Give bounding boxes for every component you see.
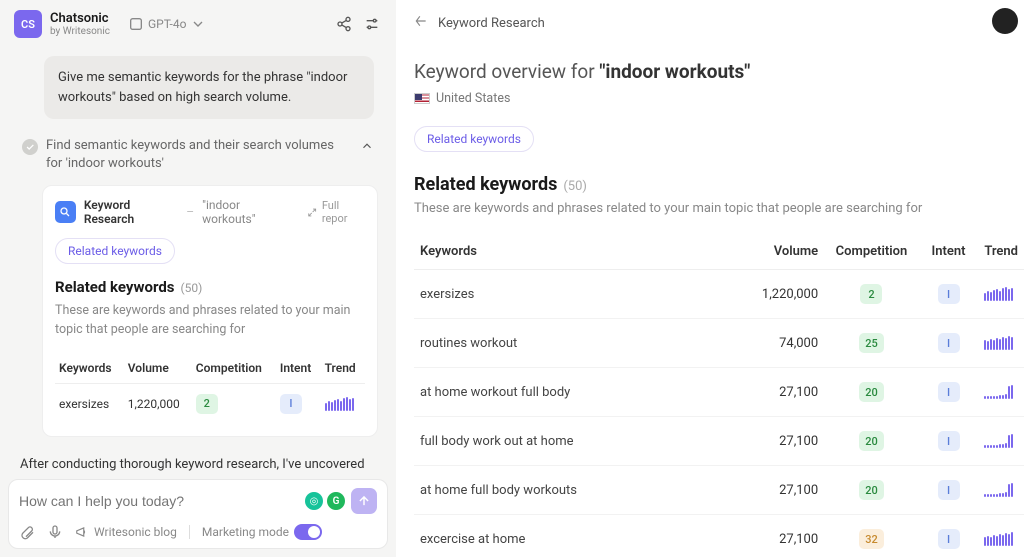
- addon-icon-1[interactable]: ◎: [305, 492, 323, 510]
- col-competition[interactable]: Competition: [824, 234, 919, 270]
- arrow-back-icon: [414, 14, 428, 28]
- app-name: Chatsonic: [50, 11, 110, 26]
- app-logo: CS: [14, 10, 42, 38]
- col-keywords[interactable]: Keywords: [414, 234, 735, 270]
- related-keywords-desc: These are keywords and phrases related t…: [55, 302, 365, 338]
- user-message: Give me semantic keywords for the phrase…: [44, 56, 374, 119]
- table-row[interactable]: exersizes1,220,0002I: [414, 270, 1024, 319]
- col-trend[interactable]: Trend: [978, 234, 1024, 270]
- arrow-up-icon: [357, 494, 371, 508]
- sliders-icon: [364, 16, 380, 32]
- col-trend: Trend: [321, 353, 365, 384]
- competition-badge: 20: [859, 480, 884, 500]
- trend-sparkline: [984, 434, 1018, 448]
- competition-badge: 25: [859, 333, 884, 353]
- intent-badge: I: [938, 284, 960, 304]
- back-button[interactable]: [414, 14, 428, 32]
- input-addons: ◎ G: [305, 492, 345, 510]
- collapse-step-button[interactable]: [360, 137, 374, 157]
- share-icon: [336, 16, 352, 32]
- trend-sparkline: [984, 287, 1018, 301]
- competition-badge: 32: [859, 529, 884, 549]
- intent-badge: I: [938, 529, 960, 549]
- model-selector[interactable]: GPT-4o: [128, 16, 206, 32]
- send-button[interactable]: [351, 488, 377, 514]
- brand: Chatsonic by Writesonic: [50, 11, 110, 37]
- card-query: "indoor workouts": [202, 198, 291, 226]
- keyword-card: Keyword Research – "indoor workouts" Ful…: [42, 185, 378, 436]
- col-intent: Intent: [276, 353, 321, 384]
- chat-input[interactable]: [19, 493, 305, 509]
- trend-sparkline: [325, 397, 361, 411]
- marketing-mode: Marketing mode: [202, 524, 322, 540]
- competition-badge: 2: [860, 284, 882, 304]
- trend-sparkline: [984, 483, 1018, 497]
- expand-icon: [307, 207, 317, 218]
- avatar[interactable]: [992, 8, 1018, 34]
- blog-link[interactable]: Writesonic blog: [75, 525, 177, 539]
- marketing-mode-toggle[interactable]: [294, 524, 322, 540]
- chevron-up-icon: [360, 139, 374, 153]
- megaphone-icon: [75, 525, 89, 539]
- keyword-table: Keywords Volume Competition Intent Trend…: [414, 234, 1024, 557]
- share-button[interactable]: [334, 14, 354, 34]
- related-keywords-heading: Related keywords (50): [414, 174, 1024, 195]
- table-row[interactable]: routines workout74,00025I: [414, 319, 1024, 368]
- attachment-icon[interactable]: [19, 524, 35, 540]
- related-keywords-subtext: These are keywords and phrases related t…: [414, 201, 1024, 216]
- composer: ◎ G Writesonic blog Marketing mode: [8, 479, 388, 549]
- intent-badge: I: [938, 431, 960, 451]
- location: United States: [414, 91, 1024, 106]
- table-row[interactable]: at home full body workouts27,10020I: [414, 466, 1024, 515]
- flag-us-icon: [414, 93, 430, 104]
- related-keywords-title: Related keywords (50): [55, 278, 365, 296]
- page-title: Keyword overview for "indoor workouts": [414, 60, 1024, 83]
- intent-badge: I: [938, 333, 960, 353]
- mic-icon[interactable]: [47, 524, 63, 540]
- table-row[interactable]: exersizes 1,220,000 2 I: [55, 383, 365, 424]
- col-volume[interactable]: Volume: [735, 234, 824, 270]
- breadcrumb-label: Keyword Research: [438, 16, 545, 31]
- grammar-icon[interactable]: G: [327, 492, 345, 510]
- step-text: Find semantic keywords and their search …: [46, 137, 352, 173]
- trend-sparkline: [984, 532, 1018, 546]
- model-label: GPT-4o: [148, 17, 186, 31]
- competition-badge: 2: [196, 394, 218, 414]
- trend-sparkline: [984, 385, 1018, 399]
- col-intent[interactable]: Intent: [919, 234, 979, 270]
- table-row[interactable]: full body work out at home27,10020I: [414, 417, 1024, 466]
- table-row[interactable]: at home workout full body27,10020I: [414, 368, 1024, 417]
- related-keywords-chip-main[interactable]: Related keywords: [414, 126, 534, 152]
- breadcrumb: Keyword Research: [414, 14, 1024, 32]
- col-volume: Volume: [124, 353, 192, 384]
- competition-badge: 20: [859, 382, 884, 402]
- full-report-link[interactable]: Full repor: [307, 199, 365, 225]
- keyword-research-icon: [55, 201, 76, 223]
- assistant-summary: After conducting thorough keyword resear…: [8, 447, 388, 471]
- intent-badge: I: [938, 480, 960, 500]
- related-keywords-chip[interactable]: Related keywords: [55, 238, 175, 264]
- mini-keyword-table: Keywords Volume Competition Intent Trend…: [55, 353, 365, 424]
- model-icon: [128, 16, 144, 32]
- table-row[interactable]: excercise at home27,10032I: [414, 515, 1024, 557]
- col-competition: Competition: [192, 353, 276, 384]
- competition-badge: 20: [859, 431, 884, 451]
- app-subtitle: by Writesonic: [50, 26, 110, 37]
- agent-step: Find semantic keywords and their search …: [8, 133, 388, 181]
- trend-sparkline: [984, 336, 1018, 350]
- col-keywords: Keywords: [55, 353, 124, 384]
- intent-badge: I: [938, 382, 960, 402]
- intent-badge: I: [280, 394, 302, 414]
- left-header: CS Chatsonic by Writesonic GPT-4o: [0, 0, 396, 48]
- chevron-down-icon: [190, 16, 206, 32]
- card-title: Keyword Research: [84, 198, 178, 226]
- settings-button[interactable]: [362, 14, 382, 34]
- check-icon: [22, 139, 38, 155]
